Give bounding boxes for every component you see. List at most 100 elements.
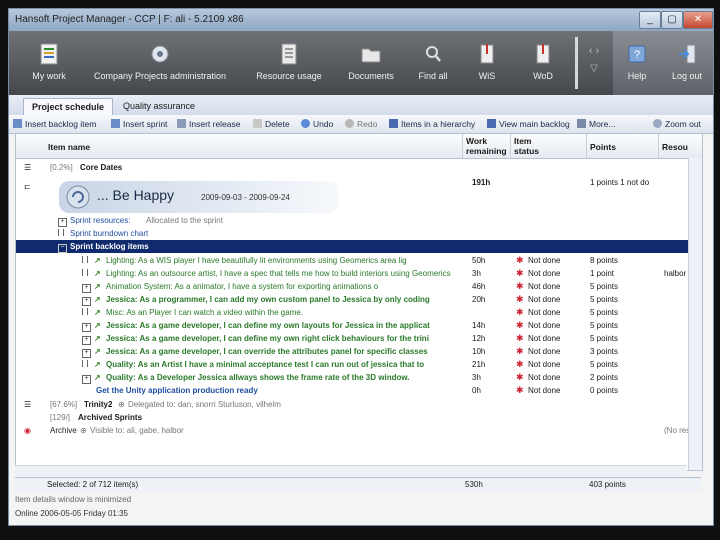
- backlog-item-row[interactable]: ↗ Misc: As an Player I can watch a video…: [16, 306, 702, 319]
- horizontal-scrollbar[interactable]: [15, 465, 687, 476]
- column-item-status[interactable]: Item status: [514, 136, 552, 156]
- backlog-item-row[interactable]: ↗ Quality: As an Artist I have a minimal…: [16, 358, 702, 371]
- backlog-item-row[interactable]: + ↗ Animation System: As a animator, I h…: [16, 280, 702, 293]
- delegate-icon: ⊕: [118, 400, 125, 409]
- my-work-icon: [40, 43, 58, 65]
- delete-button[interactable]: Delete: [253, 118, 290, 130]
- row-work: 46h: [472, 282, 486, 291]
- expand-icon[interactable]: +: [82, 280, 91, 293]
- grid-row-burndown[interactable]: Sprint burndown chart: [16, 227, 702, 240]
- row-work: 3h: [472, 269, 481, 278]
- toolbar-logout[interactable]: Log out: [665, 31, 709, 95]
- row-handle-icon[interactable]: [82, 254, 88, 267]
- redo-button[interactable]: Redo: [345, 118, 377, 130]
- toolbar-help[interactable]: ? Help: [617, 31, 657, 95]
- expand-icon[interactable]: +: [82, 293, 91, 306]
- minimize-button[interactable]: _: [639, 11, 661, 29]
- row-work: 191h: [472, 178, 491, 187]
- row-handle-icon[interactable]: [82, 267, 88, 280]
- more-button[interactable]: More...: [577, 118, 615, 130]
- not-done-icon: ✱: [516, 268, 524, 278]
- backlog-item-row[interactable]: + ↗ Jessica: As a game developer, I can …: [16, 332, 702, 345]
- toolbar-label: Log out: [671, 71, 703, 81]
- backlog-item-row[interactable]: Get the Unity application production rea…: [16, 384, 702, 397]
- undo-button[interactable]: Undo: [301, 118, 333, 130]
- grid-row-sprint-backlog-items[interactable]: − Sprint backlog items: [16, 240, 702, 253]
- expand-icon[interactable]: +: [82, 332, 91, 345]
- toolbar-resource-usage[interactable]: Resource usage: [251, 31, 327, 95]
- items-in-hierarchy-button[interactable]: Items in a hierarchy: [389, 118, 475, 130]
- backlog-item-row[interactable]: + ↗ Quality: As a Developer Jessica allw…: [16, 371, 702, 384]
- drag-handle-icon[interactable]: ☰: [24, 161, 31, 174]
- collapse-icon[interactable]: −: [58, 240, 67, 253]
- grid-row-trinity2[interactable]: ☰ [67.6%] Trinity2 ⊕ Delegated to: dan, …: [16, 398, 702, 411]
- row-status: Not done: [528, 386, 561, 395]
- expand-icon[interactable]: +: [82, 319, 91, 332]
- row-handle-icon[interactable]: [82, 306, 88, 319]
- toolbar-label: Resource usage: [256, 71, 322, 81]
- expand-icon[interactable]: +: [82, 371, 91, 384]
- grid-row-sprint-resources[interactable]: + Sprint resources: Allocated to the spr…: [16, 214, 702, 227]
- maximize-button[interactable]: ▢: [661, 11, 683, 29]
- toolbar-documents[interactable]: Documents: [343, 31, 399, 95]
- expand-icon[interactable]: +: [82, 345, 91, 358]
- grid-row-core-dates[interactable]: ☰ [0.2%] Core Dates: [16, 161, 702, 174]
- toolbar-find-all[interactable]: Find all: [413, 31, 453, 95]
- close-button[interactable]: ✕: [683, 11, 713, 29]
- action-label: Undo: [313, 119, 334, 129]
- not-done-icon: ✱: [516, 359, 524, 369]
- backlog-item-row[interactable]: ↗ Lighting: As a WIS player I have beaut…: [16, 254, 702, 267]
- row-handle-icon[interactable]: [82, 358, 88, 371]
- column-resource[interactable]: Resou: [662, 142, 688, 152]
- zoom-out-button[interactable]: Zoom out: [653, 118, 701, 130]
- details-window-status[interactable]: Item details window is minimized: [15, 495, 131, 504]
- row-points: 5 points: [590, 360, 619, 369]
- action-label: Delete: [265, 119, 290, 129]
- view-main-backlog-button[interactable]: View main backlog: [487, 118, 570, 130]
- column-work-remaining[interactable]: Work remaining: [466, 136, 514, 156]
- insert-release-button[interactable]: Insert release: [177, 118, 241, 130]
- row-points: 1 point: [590, 269, 615, 278]
- grid-row-archive[interactable]: ◉ Archive ⊕ Visible to: ali, gabe, halbo…: [16, 424, 702, 437]
- action-label: Items in a hierarchy: [401, 119, 476, 129]
- toolbar-divider: [575, 37, 578, 89]
- backlog-item-row[interactable]: + ↗ Jessica: As a game developer, I can …: [16, 345, 702, 358]
- action-label: View main backlog: [499, 119, 570, 129]
- toolbar-label: WiS: [478, 71, 496, 81]
- column-divider[interactable]: [658, 134, 659, 158]
- backlog-item-row[interactable]: + ↗ Jessica: As a game developer, I can …: [16, 319, 702, 332]
- backlog-item-icon: ↗: [94, 282, 101, 291]
- toolbar-nav-arrows[interactable]: ‹ › ▽: [583, 31, 605, 95]
- resource-usage-icon: [281, 43, 297, 65]
- column-item-name[interactable]: Item name: [48, 142, 90, 152]
- expand-icon[interactable]: +: [58, 214, 67, 227]
- tab-project-schedule[interactable]: Project schedule: [23, 98, 114, 116]
- tab-quality-assurance[interactable]: Quality assurance: [115, 98, 203, 115]
- row-work: 50h: [472, 256, 486, 265]
- insert-icon: [13, 119, 22, 128]
- row-name: Sprint backlog items: [70, 242, 149, 251]
- sprint-toggle-icon[interactable]: ⊏: [24, 180, 31, 193]
- toolbar-wod[interactable]: WoD: [527, 31, 559, 95]
- toolbar-wis[interactable]: WiS: [471, 31, 503, 95]
- insert-backlog-item-button[interactable]: Insert backlog item: [13, 118, 96, 130]
- grid-row-archived-sprints[interactable]: [129/] Archived Sprints: [16, 411, 702, 424]
- backlog-item-icon: ↗: [94, 308, 101, 317]
- column-divider[interactable]: [586, 134, 587, 158]
- drag-handle-icon[interactable]: ☰: [24, 398, 31, 411]
- column-divider[interactable]: [462, 134, 463, 158]
- archive-icon: ◉: [24, 426, 31, 435]
- toolbar-label: My work: [32, 71, 66, 81]
- row-progress: [129/]: [50, 413, 71, 422]
- backlog-item-row[interactable]: + ↗ Jessica: As a programmer, I can add …: [16, 293, 702, 306]
- title-bar[interactable]: Hansoft Project Manager - CCP | F: ali -…: [9, 9, 713, 31]
- column-divider[interactable]: [510, 134, 511, 158]
- not-done-icon: ✱: [516, 294, 524, 304]
- column-points[interactable]: Points: [590, 142, 616, 152]
- toolbar-my-work[interactable]: My work: [27, 31, 71, 95]
- vertical-scrollbar[interactable]: [688, 158, 702, 470]
- toolbar-projects-admin[interactable]: Company Projects administration: [85, 31, 235, 95]
- row-name: Trinity2: [84, 400, 113, 409]
- backlog-item-row[interactable]: ↗ Lighting: As an outsource artist, I ha…: [16, 267, 702, 280]
- insert-sprint-button[interactable]: Insert sprint: [111, 118, 167, 130]
